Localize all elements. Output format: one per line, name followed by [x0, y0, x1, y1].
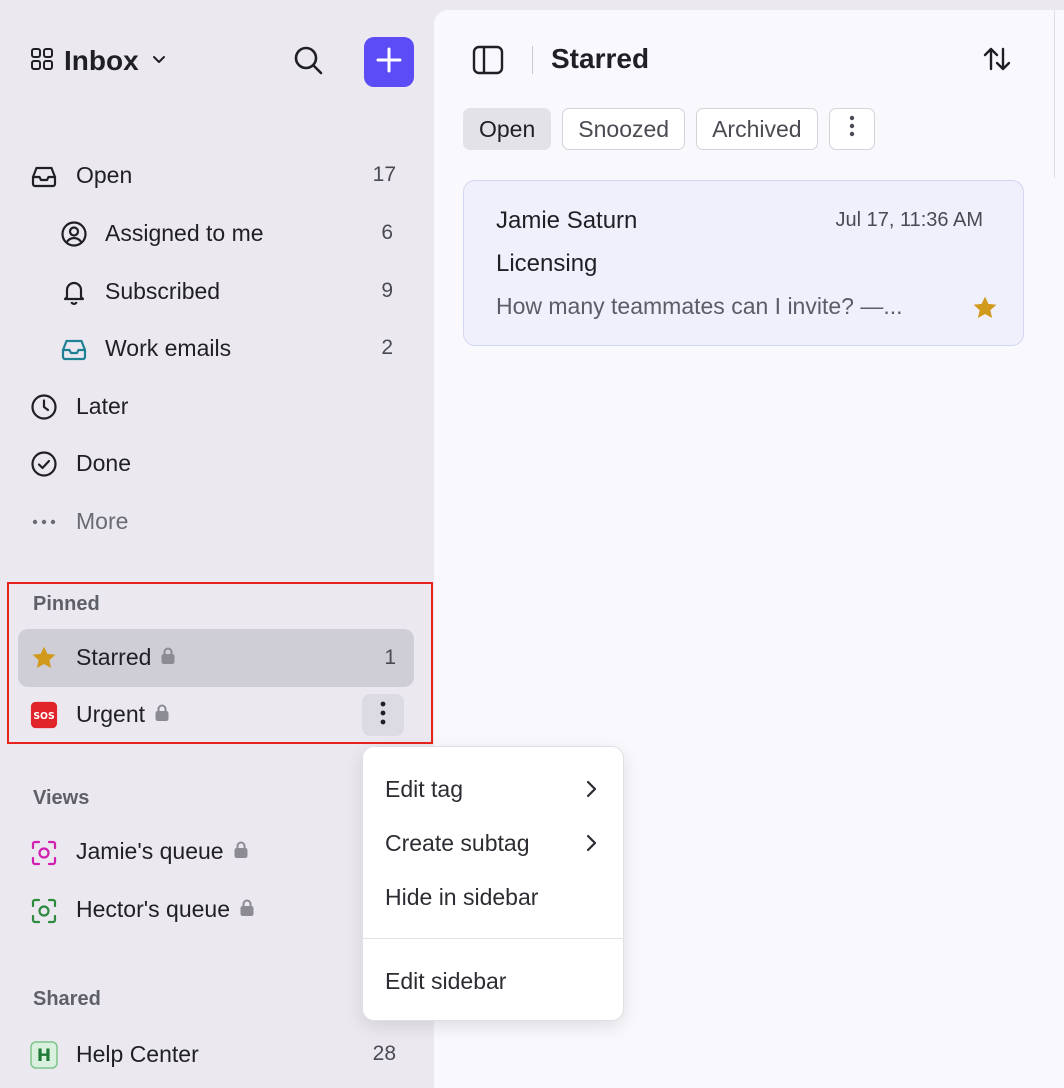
- menu-item-label: Create subtag: [385, 829, 530, 856]
- inbox-switcher[interactable]: Inbox: [30, 45, 169, 77]
- menu-item-create-subtag[interactable]: Create subtag: [363, 817, 625, 869]
- conversation-card[interactable]: Jamie Saturn Jul 17, 11:36 AM Licensing …: [463, 180, 1024, 346]
- conversation-preview: How many teammates can I invite? —...: [496, 293, 903, 319]
- sidebar-item-label: Work emails: [105, 334, 232, 361]
- more-vertical-icon: [848, 114, 856, 144]
- sidebar-item-count: 28: [372, 1042, 396, 1065]
- chevron-right-icon: [585, 833, 597, 858]
- sidebar-item-label: Jamie's queue: [76, 838, 250, 866]
- sidebar-item-open[interactable]: Open 17: [18, 149, 414, 201]
- urgent-options-button[interactable]: [362, 694, 404, 736]
- user-circle-icon: [60, 220, 88, 248]
- inbox-tray-icon: [30, 162, 58, 190]
- star-icon[interactable]: [971, 294, 999, 327]
- sidebar-item-later[interactable]: Later: [18, 380, 414, 432]
- sidebar-item-hectors-queue[interactable]: Hector's queue: [18, 884, 414, 936]
- inbox-title: Inbox: [64, 45, 139, 76]
- sidebar-item-starred[interactable]: Starred 1: [18, 629, 414, 687]
- sidebar-item-count: 2: [381, 336, 393, 359]
- sidebar-item-subscribed[interactable]: Subscribed 9: [18, 265, 414, 317]
- sidebar-item-label: Starred: [76, 644, 177, 672]
- tag-context-menu: Edit tag Create subtag Hide in sidebar E…: [362, 746, 625, 1021]
- grid-icon: [30, 47, 54, 76]
- sidebar-item-count: 1: [384, 646, 396, 669]
- menu-item-label: Edit tag: [385, 775, 463, 802]
- menu-item-edit-sidebar[interactable]: Edit sidebar: [363, 955, 625, 1007]
- menu-item-edit-tag[interactable]: Edit tag: [363, 763, 625, 815]
- lock-icon: [159, 645, 177, 672]
- view-scan-icon: [30, 839, 58, 867]
- sidebar-item-label: Assigned to me: [105, 219, 264, 246]
- conversation-time: Jul 17, 11:36 AM: [835, 209, 984, 231]
- search-icon: [292, 44, 324, 81]
- clock-icon: [30, 393, 58, 421]
- sidebar-toggle-button[interactable]: [472, 44, 504, 76]
- sidebar-header: Inbox: [30, 36, 420, 88]
- lock-icon: [238, 897, 256, 924]
- chevron-right-icon: [585, 779, 597, 804]
- more-horizontal-icon: [30, 508, 58, 536]
- section-title-pinned: Pinned: [33, 593, 100, 615]
- inbox-tray-icon: [60, 335, 88, 363]
- tabs-more-button[interactable]: [828, 108, 875, 150]
- tab-snoozed[interactable]: Snoozed: [562, 108, 686, 150]
- sidebar-item-work-emails[interactable]: Work emails 2: [18, 322, 414, 374]
- section-title-views: Views: [33, 787, 90, 809]
- sidebar-item-label: More: [76, 507, 129, 534]
- sidebar-item-more[interactable]: More: [18, 495, 414, 547]
- help-center-badge-icon: H: [30, 1041, 58, 1069]
- sidebar-item-label: Help Center: [76, 1040, 199, 1067]
- sidebar-item-assigned-to-me[interactable]: Assigned to me 6: [18, 207, 414, 259]
- sidebar-item-count: 9: [381, 279, 393, 302]
- menu-item-label: Edit sidebar: [385, 967, 507, 994]
- menu-divider: [363, 938, 625, 939]
- sidebar-item-urgent[interactable]: SOS Urgent: [18, 687, 414, 743]
- star-icon: [30, 644, 58, 672]
- lock-icon: [232, 839, 250, 866]
- search-button[interactable]: [288, 42, 328, 82]
- sort-button[interactable]: [980, 46, 1014, 76]
- menu-item-label: Hide in sidebar: [385, 883, 539, 910]
- tab-open[interactable]: Open: [463, 108, 552, 150]
- sidebar-item-label: Subscribed: [105, 277, 221, 304]
- conversation-subject: Licensing: [496, 250, 598, 277]
- svg-text:SOS: SOS: [33, 711, 55, 722]
- bell-icon: [60, 278, 88, 306]
- sidebar-item-jamies-queue[interactable]: Jamie's queue: [18, 826, 414, 878]
- sidebar-item-label: Open: [76, 161, 133, 188]
- menu-item-hide-in-sidebar[interactable]: Hide in sidebar: [363, 871, 625, 923]
- section-title-shared: Shared: [33, 988, 101, 1010]
- view-scan-icon: [30, 897, 58, 925]
- status-tabs: Open Snoozed Archived: [463, 108, 875, 150]
- sidebar-item-label: Done: [76, 449, 131, 476]
- sort-arrows-icon: [982, 45, 1012, 78]
- compose-button[interactable]: [364, 37, 414, 87]
- sidebar-item-help-center[interactable]: H Help Center 28: [18, 1028, 414, 1080]
- sidebar-item-label: Hector's queue: [76, 896, 256, 924]
- sidebar-panel-icon: [472, 45, 504, 80]
- conversation-sender: Jamie Saturn: [496, 207, 638, 234]
- svg-text:H: H: [37, 1046, 51, 1066]
- plus-icon: [375, 46, 403, 79]
- lock-icon: [153, 702, 171, 729]
- sidebar-item-done[interactable]: Done: [18, 437, 414, 489]
- sidebar-item-label: Later: [76, 392, 129, 419]
- header-divider: [532, 46, 533, 74]
- sidebar-item-count: 17: [372, 163, 396, 186]
- more-vertical-icon: [379, 700, 387, 731]
- sidebar-item-label: Urgent: [76, 701, 171, 729]
- check-circle-icon: [30, 450, 58, 478]
- tab-archived[interactable]: Archived: [696, 108, 818, 150]
- sos-icon: SOS: [30, 701, 58, 729]
- panel-divider: [1054, 10, 1055, 178]
- sidebar-item-count: 6: [381, 221, 393, 244]
- chevron-down-icon: [149, 49, 169, 74]
- page-title: Starred: [551, 43, 650, 74]
- main-header: Starred: [434, 10, 1054, 110]
